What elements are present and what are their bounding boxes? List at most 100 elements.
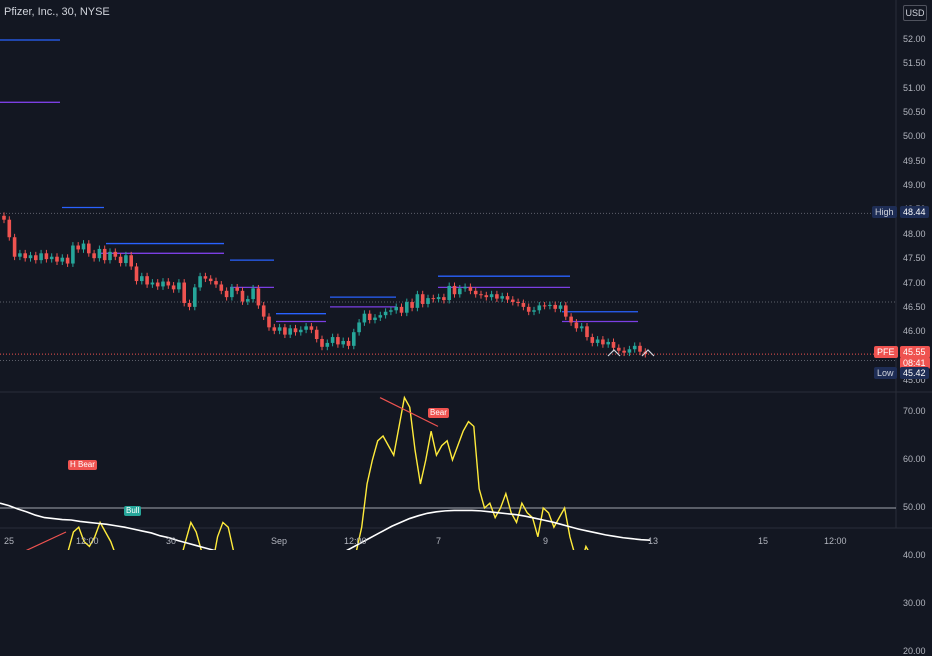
candle-body <box>452 285 457 295</box>
candle-body <box>44 253 49 260</box>
candle-body <box>118 256 123 264</box>
time-tick-label: 7 <box>436 536 442 546</box>
time-tick-label: 30 <box>166 536 177 546</box>
oscillator-line <box>67 395 589 550</box>
low-tag-label: Low <box>874 367 897 379</box>
symbol-title[interactable]: Pfizer, Inc., 30, NYSE <box>4 6 110 18</box>
candle-body <box>537 305 542 311</box>
price-tick-label: 50.00 <box>903 131 926 142</box>
candle-body <box>362 313 367 323</box>
candle-body <box>548 304 552 306</box>
candle-body <box>601 339 605 345</box>
candle-body <box>325 342 330 347</box>
candle-body <box>378 315 383 318</box>
candle-body <box>617 347 621 351</box>
candle-body <box>87 243 91 254</box>
candle-body <box>574 322 579 329</box>
candle-body <box>516 302 520 304</box>
candle-body <box>394 306 398 311</box>
candle-body <box>261 305 266 317</box>
candle-body <box>224 290 229 298</box>
candle-body <box>161 281 165 287</box>
currency-button[interactable]: USD <box>903 5 927 21</box>
candle-body <box>76 245 80 250</box>
candle-body <box>71 245 75 264</box>
candle-body <box>49 256 54 260</box>
price-tick-label: 46.50 <box>903 301 926 312</box>
candle-body <box>277 327 282 331</box>
candle-body <box>489 294 494 298</box>
candle-body <box>171 285 176 290</box>
candle-body <box>495 294 499 299</box>
candle-body <box>102 248 107 261</box>
candle-body <box>611 341 616 348</box>
candle-body <box>352 332 356 346</box>
candle-body <box>230 287 234 298</box>
candle-body <box>155 282 160 287</box>
chart-canvas[interactable] <box>0 0 932 550</box>
oscillator-tick-label: 40.00 <box>903 550 926 560</box>
candle-body <box>505 296 510 300</box>
candle-body <box>28 255 33 259</box>
candle-body <box>383 311 388 316</box>
candle-body <box>521 302 526 307</box>
candle-body <box>500 296 504 299</box>
price-tick-label: 46.00 <box>903 326 926 337</box>
candle-body <box>436 297 441 300</box>
candle-body <box>240 290 245 302</box>
candle-body <box>267 316 271 328</box>
low-tag-value: 45.42 <box>900 367 929 379</box>
candle-body <box>113 251 118 257</box>
candle-body <box>39 253 43 261</box>
candle-body <box>256 288 261 306</box>
candle-body <box>272 327 277 331</box>
candle-body <box>330 337 335 343</box>
candle-body <box>214 281 218 285</box>
candle-body <box>92 253 96 259</box>
candle-body <box>208 278 213 282</box>
bear-marker: Bear <box>428 408 449 418</box>
candle-body <box>7 219 12 238</box>
candle-body <box>389 310 393 312</box>
candle-body <box>415 294 420 308</box>
candle-body <box>463 286 467 289</box>
time-tick-label: 12:00 <box>344 536 367 546</box>
candle-body <box>468 286 473 291</box>
candle-body <box>304 326 308 330</box>
candle-body <box>632 345 637 350</box>
candle-body <box>569 316 573 323</box>
candle-body <box>426 298 430 304</box>
candle-body <box>2 215 6 220</box>
candle-body <box>23 253 27 259</box>
candle-body <box>314 329 319 340</box>
candle-body <box>357 322 361 333</box>
candle-body <box>431 298 436 300</box>
candle-body <box>526 306 531 312</box>
candle-body <box>65 257 70 264</box>
price-tick-label: 47.50 <box>903 253 926 264</box>
candle-body <box>627 349 632 353</box>
time-tick-label: 25 <box>4 536 15 546</box>
candle-body <box>235 287 239 291</box>
oscillator-tick-label: 50.00 <box>903 502 926 512</box>
candle-body <box>129 255 133 267</box>
oscillator-tick-label: 70.00 <box>903 406 926 416</box>
candle-body <box>564 305 568 317</box>
candle-body <box>150 282 155 285</box>
candle-body <box>473 290 478 295</box>
bull-marker: Bull <box>124 506 142 516</box>
candle-body <box>283 327 287 335</box>
candle-body <box>97 248 102 259</box>
candle-body <box>399 306 404 313</box>
time-tick-label: 15 <box>758 536 769 546</box>
candle-body <box>18 253 22 257</box>
candle-body <box>606 341 610 345</box>
candle-body <box>585 326 589 338</box>
candle-body <box>595 339 600 343</box>
price-tick-label: 50.50 <box>903 107 926 118</box>
ticker-tag: PFE <box>874 346 898 358</box>
candle-body <box>484 295 489 298</box>
candle-body <box>367 313 372 321</box>
candle-body <box>182 282 186 303</box>
candle-body <box>532 310 536 312</box>
